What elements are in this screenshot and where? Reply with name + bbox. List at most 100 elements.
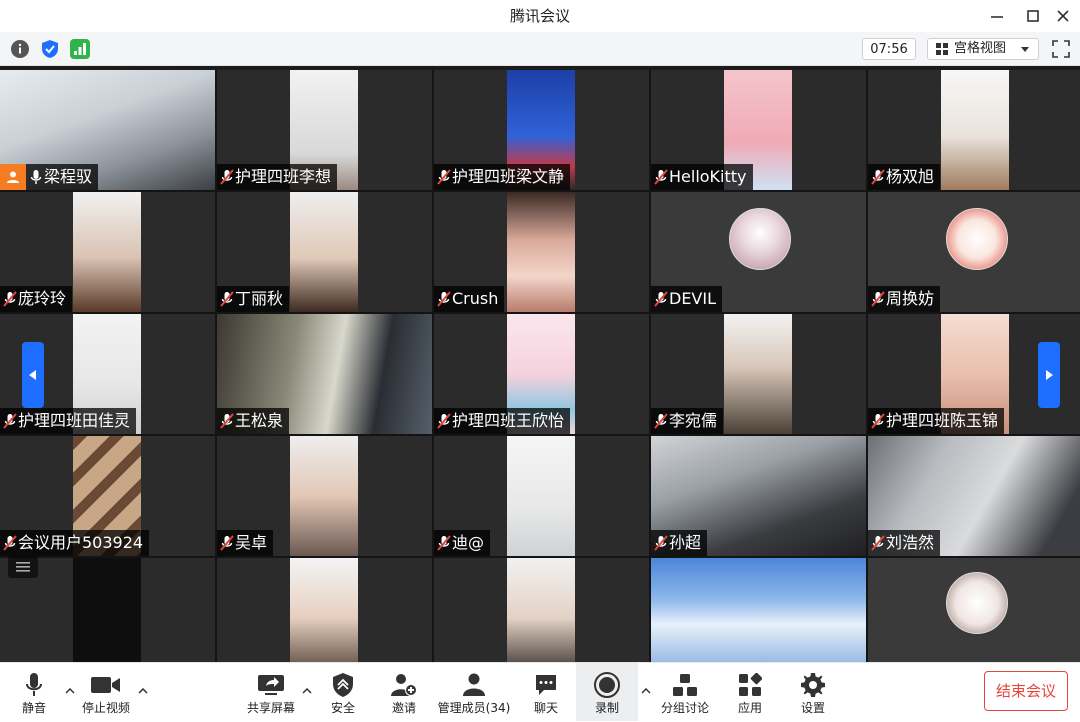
participant-name: 吴卓 — [235, 533, 268, 552]
mic-muted-icon — [219, 290, 235, 308]
maximize-icon — [1027, 10, 1039, 22]
share-screen-label: 共享屏幕 — [246, 701, 295, 715]
participant-tile[interactable]: 护理四班李想 — [217, 70, 432, 190]
apps-icon — [739, 673, 762, 696]
participant-name-tag: 周换妨 — [868, 286, 941, 312]
participant-tile[interactable]: DEVIL — [651, 192, 866, 312]
video-feed — [73, 558, 141, 662]
chat-label: 聊天 — [533, 701, 558, 715]
participant-tile[interactable]: Crush — [434, 192, 649, 312]
apps-button[interactable]: 应用 — [730, 663, 770, 721]
list-icon — [16, 562, 30, 572]
record-options-button[interactable] — [640, 685, 652, 697]
settings-label: 设置 — [800, 701, 825, 715]
video-options-button[interactable] — [137, 685, 149, 697]
meeting-info-button[interactable] — [10, 39, 30, 59]
info-icon — [11, 40, 29, 58]
minimize-button[interactable] — [978, 0, 1016, 32]
share-screen-button[interactable]: 共享屏幕 — [243, 663, 299, 721]
breakout-rooms-button[interactable]: 分组讨论 — [656, 663, 714, 721]
mic-muted-icon — [870, 412, 886, 430]
mute-label: 静音 — [21, 701, 46, 715]
participant-tile[interactable]: 迪@ — [434, 436, 649, 556]
chevron-up-icon — [641, 688, 651, 694]
security-button[interactable]: 安全 — [323, 663, 363, 721]
share-options-button[interactable] — [301, 685, 313, 697]
participant-name-tag: 丁丽秋 — [217, 286, 290, 312]
fullscreen-button[interactable] — [1050, 38, 1072, 60]
chevron-down-icon — [1021, 47, 1029, 52]
participant-tile[interactable]: 丁丽秋 — [217, 192, 432, 312]
mic-muted-icon — [870, 534, 886, 552]
participant-name: 李宛儒 — [669, 411, 718, 430]
video-feed — [290, 436, 358, 556]
avatar — [729, 208, 791, 270]
mute-button[interactable]: 静音 — [14, 663, 54, 721]
security-status-button[interactable] — [40, 39, 60, 59]
participant-name: 刘浩然 — [886, 533, 935, 552]
participant-tile[interactable]: 王松泉 — [217, 314, 432, 434]
participant-name-tag: 王松泉 — [217, 408, 290, 434]
participant-name-tag: Crush — [434, 286, 505, 312]
video-feed — [651, 558, 866, 662]
participant-tile[interactable] — [434, 558, 649, 662]
participant-tile[interactable]: 周换妨 — [868, 192, 1080, 312]
participant-tile[interactable]: 吴卓 — [217, 436, 432, 556]
participant-name: 梁程驭 — [44, 167, 93, 186]
minimize-icon — [991, 16, 1003, 18]
participant-tile[interactable]: 会议用户503924 — [0, 436, 215, 556]
participant-tile[interactable]: 刘浩然 — [868, 436, 1080, 556]
participant-tile[interactable] — [651, 558, 866, 662]
network-status-button[interactable] — [70, 39, 90, 59]
signal-icon — [74, 43, 86, 55]
participant-name: 庞玲玲 — [18, 289, 67, 308]
participant-tile[interactable]: 庞玲玲 — [0, 192, 215, 312]
participant-tile[interactable]: 护理四班王欣怡 — [434, 314, 649, 434]
participant-name-tag: HelloKitty — [651, 164, 753, 190]
video-feed — [507, 558, 575, 662]
participant-tile[interactable] — [217, 558, 432, 662]
participant-tile[interactable]: HelloKitty — [651, 70, 866, 190]
meeting-timer: 07:56 — [862, 38, 916, 60]
participant-tile[interactable]: 李宛儒 — [651, 314, 866, 434]
participant-name: 护理四班田佳灵 — [18, 411, 131, 430]
mic-muted-icon — [2, 534, 18, 552]
manage-members-button[interactable]: 管理成员(34) — [436, 663, 512, 721]
participant-tile[interactable]: 护理四班梁文静 — [434, 70, 649, 190]
participant-name: 王松泉 — [235, 411, 284, 430]
participant-tile[interactable]: 梁程驭 — [0, 70, 215, 190]
participant-name: HelloKitty — [669, 167, 747, 186]
participant-tile[interactable] — [868, 558, 1080, 662]
participant-tile[interactable]: 孙超 — [651, 436, 866, 556]
next-page-button[interactable] — [1038, 342, 1060, 408]
video-feed — [290, 192, 358, 312]
participant-name-tag: 李宛儒 — [651, 408, 724, 434]
record-button[interactable]: 录制 — [576, 663, 638, 721]
stop-video-button[interactable]: 停止视频 — [78, 663, 134, 721]
grid-view-icon — [936, 43, 948, 55]
participant-list-toggle[interactable] — [8, 556, 38, 578]
end-meeting-button[interactable]: 结束会议 — [984, 671, 1068, 711]
window-title: 腾讯会议 — [509, 7, 570, 25]
video-feed — [507, 192, 575, 312]
invite-button[interactable]: 邀请 — [384, 663, 424, 721]
chat-button[interactable]: 聊天 — [526, 663, 566, 721]
chat-icon — [536, 675, 556, 695]
participant-tile[interactable]: 杨双旭 — [868, 70, 1080, 190]
close-button[interactable] — [1044, 0, 1080, 32]
mic-muted-icon — [219, 168, 235, 186]
title-bar: 腾讯会议 — [0, 0, 1080, 32]
participant-name-tag: 梁程驭 — [0, 164, 99, 190]
host-icon — [0, 164, 26, 190]
fullscreen-icon — [1052, 40, 1070, 58]
previous-page-button[interactable] — [22, 342, 44, 408]
view-mode-select[interactable]: 宫格视图 — [927, 38, 1039, 60]
chevron-right-icon — [1046, 370, 1053, 380]
participant-name-tag: 护理四班田佳灵 — [0, 408, 137, 434]
audio-options-button[interactable] — [64, 685, 76, 697]
participant-name-tag: 护理四班李想 — [217, 164, 338, 190]
share-screen-icon — [258, 675, 284, 695]
settings-button[interactable]: 设置 — [793, 663, 833, 721]
participant-name: 护理四班梁文静 — [452, 167, 565, 186]
participant-name: 迪@ — [452, 533, 485, 552]
